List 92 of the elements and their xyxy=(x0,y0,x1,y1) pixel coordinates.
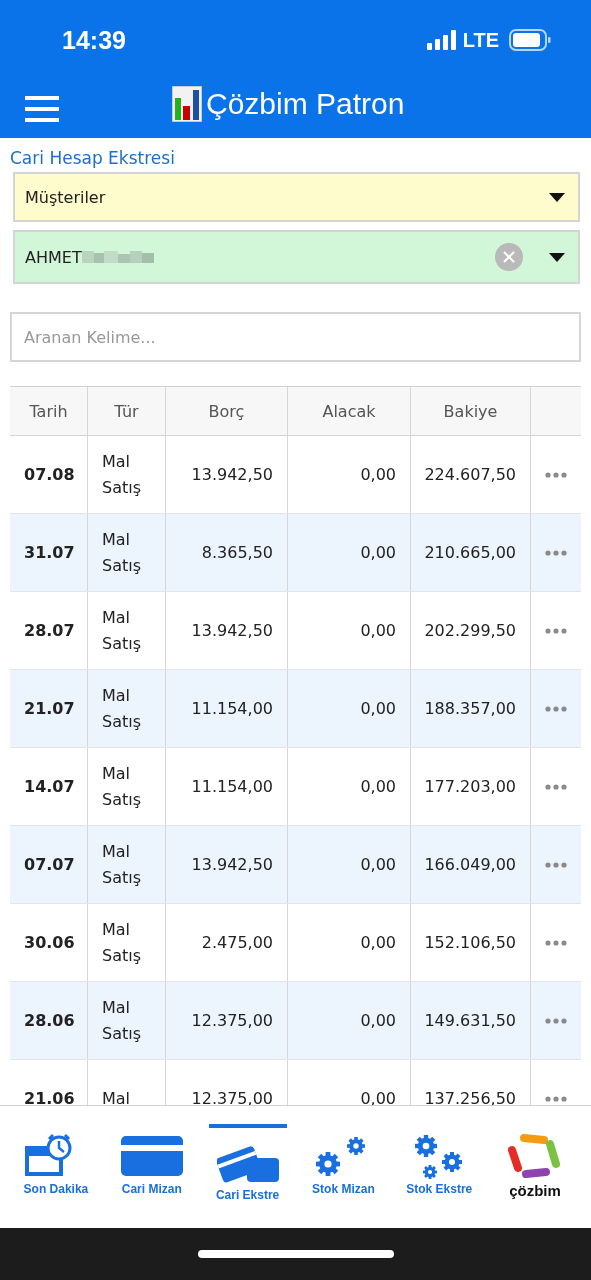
column-header: Borç xyxy=(208,401,245,421)
column-header: Tür xyxy=(114,401,139,421)
more-button[interactable] xyxy=(543,781,569,792)
table-cell: 31.07 xyxy=(24,543,75,562)
table-cell: 0,00 xyxy=(360,855,396,874)
table-cell: 210.665,00 xyxy=(424,543,516,562)
search-field[interactable]: Aranan Kelime... xyxy=(10,312,581,362)
caret-icon xyxy=(549,192,565,202)
table-cell-text: Mal Satış xyxy=(102,996,141,1045)
table-cell-text: Mal xyxy=(102,1087,131,1105)
more-button[interactable] xyxy=(543,937,569,948)
more-icon xyxy=(545,627,567,634)
more-icon xyxy=(545,861,567,868)
table-cell: 28.07 xyxy=(24,621,75,640)
table-cell: 202.299,50 xyxy=(424,621,516,640)
more-button[interactable] xyxy=(543,469,569,480)
column-header: Alacak xyxy=(322,401,376,421)
more-button[interactable] xyxy=(543,625,569,636)
table-cell: 30.06 xyxy=(24,933,75,952)
more-icon xyxy=(545,549,567,556)
tab-button[interactable]: Cari Mizan xyxy=(112,1124,191,1196)
table-cell: 21.06 xyxy=(24,1089,75,1105)
battery-icon xyxy=(509,29,551,51)
table-cell: 177.203,00 xyxy=(424,777,516,796)
tab-button[interactable]: çözbim xyxy=(496,1124,575,1199)
tab-button[interactable]: Cari Ekstre xyxy=(208,1124,287,1202)
table-cell: 12.375,00 xyxy=(191,1011,273,1030)
app-title: Çözbim Patron xyxy=(206,87,405,121)
column-header: Bakiye xyxy=(443,401,498,421)
column-header: Tarih xyxy=(29,401,68,421)
tab-button[interactable]: Stok Mizan xyxy=(304,1124,383,1196)
table-cell: 188.357,00 xyxy=(424,699,516,718)
caret-icon xyxy=(549,252,565,262)
more-icon xyxy=(545,471,567,478)
more-icon xyxy=(545,939,567,946)
table-cell: 14.07 xyxy=(24,777,75,796)
table-cell: 0,00 xyxy=(360,933,396,952)
more-button[interactable] xyxy=(543,703,569,714)
table-cell: 137.256,50 xyxy=(424,1089,516,1105)
status-time: 14:39 xyxy=(62,25,126,55)
table-cell-text: Mal Satış xyxy=(102,450,141,499)
table-cell: 0,00 xyxy=(360,1011,396,1030)
table-cell: 0,00 xyxy=(360,777,396,796)
bar-chart-icon xyxy=(172,86,202,122)
table-cell: 13.942,50 xyxy=(191,621,273,640)
table-cell: 11.154,00 xyxy=(191,699,273,718)
table-cell: 2.475,00 xyxy=(201,933,273,952)
more-button[interactable] xyxy=(543,1093,569,1104)
menu-button[interactable] xyxy=(25,96,59,122)
dropdown-value: AHMET xyxy=(25,247,82,267)
table-cell-text: Mal Satış xyxy=(102,918,141,967)
table-cell: 224.607,50 xyxy=(424,465,516,484)
more-button[interactable] xyxy=(543,859,569,870)
table-cell: 07.08 xyxy=(24,465,75,484)
table-cell-text: Mal Satış xyxy=(102,528,141,577)
table-cell-text: Mal Satış xyxy=(102,840,141,889)
table-cell: 21.07 xyxy=(24,699,75,718)
account-dropdown[interactable]: AHMET xyxy=(13,230,580,284)
table-cell: 149.631,50 xyxy=(424,1011,516,1030)
table-cell: 0,00 xyxy=(360,1089,396,1105)
tab-button[interactable]: Son Dakika xyxy=(16,1124,95,1196)
table-cell-text: Mal Satış xyxy=(102,606,141,655)
tab-button[interactable]: Stok Ekstre xyxy=(400,1124,479,1196)
more-button[interactable] xyxy=(543,1015,569,1026)
table-cell: 13.942,50 xyxy=(191,465,273,484)
table-cell-text: Mal Satış xyxy=(102,762,141,811)
table-cell: 07.07 xyxy=(24,855,75,874)
dropdown-value: Müşteriler xyxy=(25,187,106,207)
menu-icon xyxy=(25,96,59,122)
more-icon xyxy=(545,1095,567,1102)
table-cell: 13.942,50 xyxy=(191,855,273,874)
table-cell: 0,00 xyxy=(360,699,396,718)
table-cell: 11.154,00 xyxy=(191,777,273,796)
page-title: Cari Hesap Ekstresi xyxy=(10,148,176,168)
more-button[interactable] xyxy=(543,547,569,558)
account-type-dropdown[interactable]: Müşteriler xyxy=(13,172,580,222)
table-cell: 0,00 xyxy=(360,543,396,562)
table-cell: 8.365,50 xyxy=(201,543,273,562)
table-cell: 12.375,00 xyxy=(191,1089,273,1105)
close-icon xyxy=(502,250,516,264)
table-cell: 0,00 xyxy=(360,465,396,484)
signal-icon xyxy=(426,30,457,50)
table-cell: 166.049,00 xyxy=(424,855,516,874)
more-icon xyxy=(545,1017,567,1024)
more-icon xyxy=(545,783,567,790)
table-cell: 28.06 xyxy=(24,1011,75,1030)
more-icon xyxy=(545,705,567,712)
network-label: LTE xyxy=(462,28,499,52)
table-cell: 0,00 xyxy=(360,621,396,640)
table-cell-text: Mal Satış xyxy=(102,684,141,733)
clear-button[interactable] xyxy=(495,243,523,271)
table-cell: 152.106,50 xyxy=(424,933,516,952)
